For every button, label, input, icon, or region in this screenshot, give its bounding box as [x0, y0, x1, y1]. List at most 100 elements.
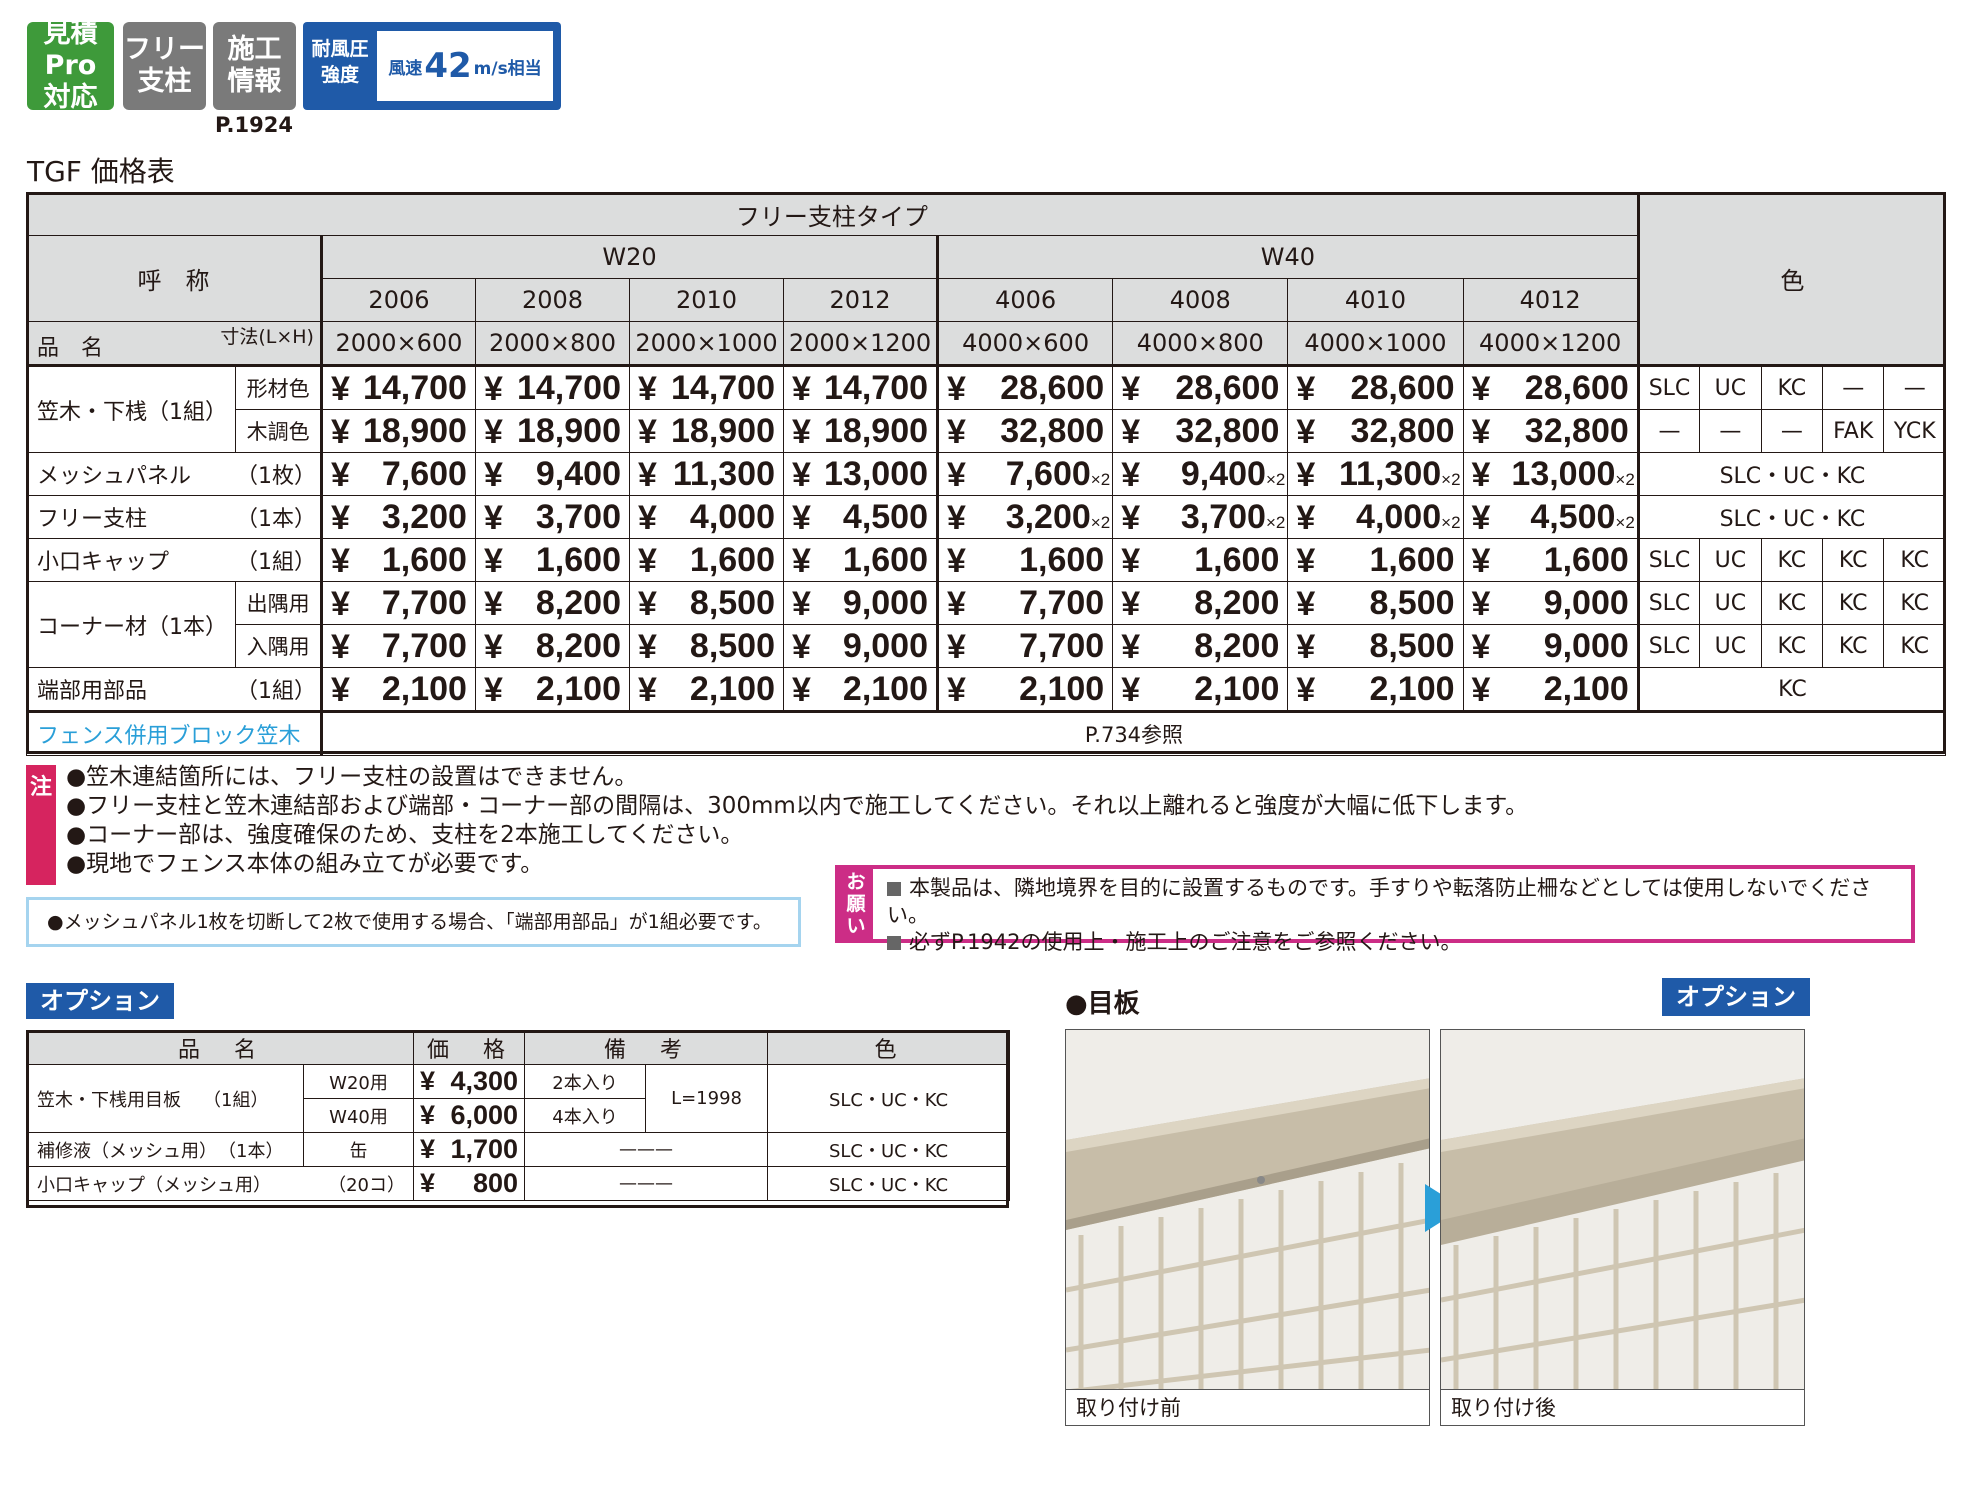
color-cell: KC: [1637, 667, 1947, 713]
price-value: 2,100: [535, 669, 621, 708]
price-value: 4,000: [1356, 497, 1442, 536]
multiplier: ×2: [1265, 512, 1286, 532]
price-value: 18,900: [362, 411, 467, 450]
color-cell: SLC: [1637, 365, 1701, 410]
price-cell: ¥18,900: [782, 409, 940, 453]
opt-row3-name-text: 小口キャップ（メッシュ用）: [37, 1174, 271, 1196]
price-value: 7,600: [381, 454, 467, 493]
size-cell: 4000×600: [937, 321, 1114, 367]
item-label: 品 名: [37, 336, 104, 361]
meita-option-label: オプション: [1662, 978, 1810, 1016]
wind-suffix: m/s相当: [473, 58, 542, 79]
opt-row3-price-value: 800: [472, 1168, 519, 1198]
price-value: 11,300: [1339, 454, 1442, 493]
yen-sign: ¥: [637, 585, 657, 623]
mitsumori-pro-text: 見積Pro 対応: [43, 18, 98, 113]
opt-row1b-price: ¥6,000: [413, 1098, 526, 1133]
price-value: 32,800: [1524, 411, 1629, 450]
price-row: フリー支柱 （1本） ¥3,200 ¥3,700 ¥4,000 ¥4,500 ¥3,200×…: [26, 495, 1947, 539]
yen-sign: ¥: [1121, 671, 1141, 709]
type-header: フリー支柱タイプ: [26, 192, 1640, 236]
group-w20: W20: [320, 235, 940, 279]
note-item: ●笠木連結箇所には、フリー支柱の設置はできません。: [66, 764, 638, 790]
color-cell: —: [1822, 365, 1885, 410]
price-value: 3,700: [1180, 497, 1266, 536]
color-cell: KC: [1760, 581, 1824, 625]
opt-row1b-note: 4本入り: [524, 1098, 647, 1133]
yen-sign: ¥: [637, 499, 657, 537]
price-value: 4,000: [689, 497, 775, 536]
request-item-text: 必ずP.1942の使用上・施工上のご注意をご参照ください。: [909, 930, 1462, 954]
price-value: 14,700: [362, 368, 467, 407]
price-value: 3,700: [535, 497, 621, 536]
yen-sign: ¥: [1471, 585, 1491, 623]
opt-row1a-note: 2本入り: [524, 1064, 647, 1099]
price-cell: ¥8,500: [1287, 581, 1464, 625]
price-cell: ¥28,600: [1462, 365, 1640, 410]
price-cell: ¥28,600: [1287, 365, 1464, 410]
yen-sign: ¥: [330, 585, 350, 623]
price-value: 2,100: [842, 669, 929, 708]
price-cell: ¥32,800: [1112, 409, 1289, 453]
price-value: 28,600: [1175, 368, 1280, 407]
multiplier: ×2: [1615, 512, 1635, 532]
price-cell: ¥7,600: [320, 452, 476, 496]
price-cell: ¥2,100: [937, 667, 1114, 713]
mitsumori-pro-badge: 見積Pro 対応: [27, 18, 114, 113]
multiplier: ×2: [1615, 469, 1635, 489]
yen-sign: ¥: [483, 413, 503, 451]
square-bullet-icon: [887, 936, 901, 950]
yen-sign: ¥: [483, 628, 503, 666]
price-row: 小口キャップ （1組） ¥1,600 ¥1,600 ¥1,600 ¥1,600 ¥1,600…: [26, 538, 1946, 582]
yen-sign: ¥: [420, 1168, 436, 1198]
size-cell: 2000×800: [474, 321, 630, 367]
opt-header-color: 色: [767, 1030, 1011, 1065]
price-cell: ¥2,100: [320, 667, 476, 713]
price-cell: ¥7,700: [937, 581, 1114, 625]
price-value: 1,600: [842, 540, 929, 579]
price-cell: ¥7,700: [320, 624, 476, 668]
price-cell: ¥18,900: [320, 409, 476, 453]
opt-header-price: 価 格: [413, 1030, 526, 1065]
color-cell: UC: [1699, 538, 1762, 582]
yen-sign: ¥: [420, 1134, 436, 1164]
caption-after: 取り付け後: [1441, 1389, 1804, 1425]
price-cell: ¥8,200: [1112, 624, 1289, 668]
opt-row1a-price-value: 4,300: [450, 1066, 519, 1096]
construction-info-badge[interactable]: 施工 情報: [213, 22, 296, 110]
code-cell: 4010: [1287, 278, 1464, 322]
price-cell: ¥9,400: [474, 452, 630, 496]
price-value: 32,800: [1350, 411, 1455, 450]
size-item-header: 寸法(L×H) 品 名: [26, 321, 323, 367]
price-value: 32,800: [1175, 411, 1280, 450]
opt-row2-price: ¥1,700: [413, 1132, 526, 1167]
color-header: 色: [1637, 192, 1947, 366]
yen-sign: ¥: [1121, 370, 1141, 408]
price-value: 1,600: [1369, 540, 1455, 579]
yen-sign: ¥: [792, 628, 811, 666]
yen-sign: ¥: [483, 671, 503, 709]
price-value: 14,700: [671, 368, 775, 407]
color-cell: —: [1883, 365, 1946, 410]
request-text: 本製品は、隣地境界を目的に設置するものです。手すりや転落防止柵などとしては使用し…: [887, 875, 1911, 956]
price-value: 3,200: [381, 497, 467, 536]
yen-sign: ¥: [1471, 370, 1491, 408]
page-ref[interactable]: P.1924: [215, 113, 293, 137]
yen-sign: ¥: [483, 370, 503, 408]
square-bullet-icon: [887, 882, 901, 896]
page-title: TGF 価格表: [27, 155, 175, 188]
price-cell: ¥8,500: [628, 624, 785, 668]
price-value: 32,800: [1000, 411, 1105, 450]
price-value: 13,000: [824, 454, 929, 493]
yen-sign: ¥: [637, 370, 657, 408]
color-cell: —: [1760, 409, 1824, 453]
block-kasagi-link[interactable]: フェンス併用ブロック笠木: [26, 711, 323, 756]
price-cell: ¥13,000: [782, 452, 940, 496]
yen-sign: ¥: [637, 542, 657, 580]
price-cell: ¥2,100: [1287, 667, 1464, 713]
item-sub: 形材色: [235, 365, 323, 410]
opt-row2-sub: 缶: [302, 1132, 415, 1167]
price-value: 7,700: [381, 626, 467, 665]
price-cell: ¥3,200: [320, 495, 476, 539]
code-cell: 2006: [320, 278, 476, 322]
